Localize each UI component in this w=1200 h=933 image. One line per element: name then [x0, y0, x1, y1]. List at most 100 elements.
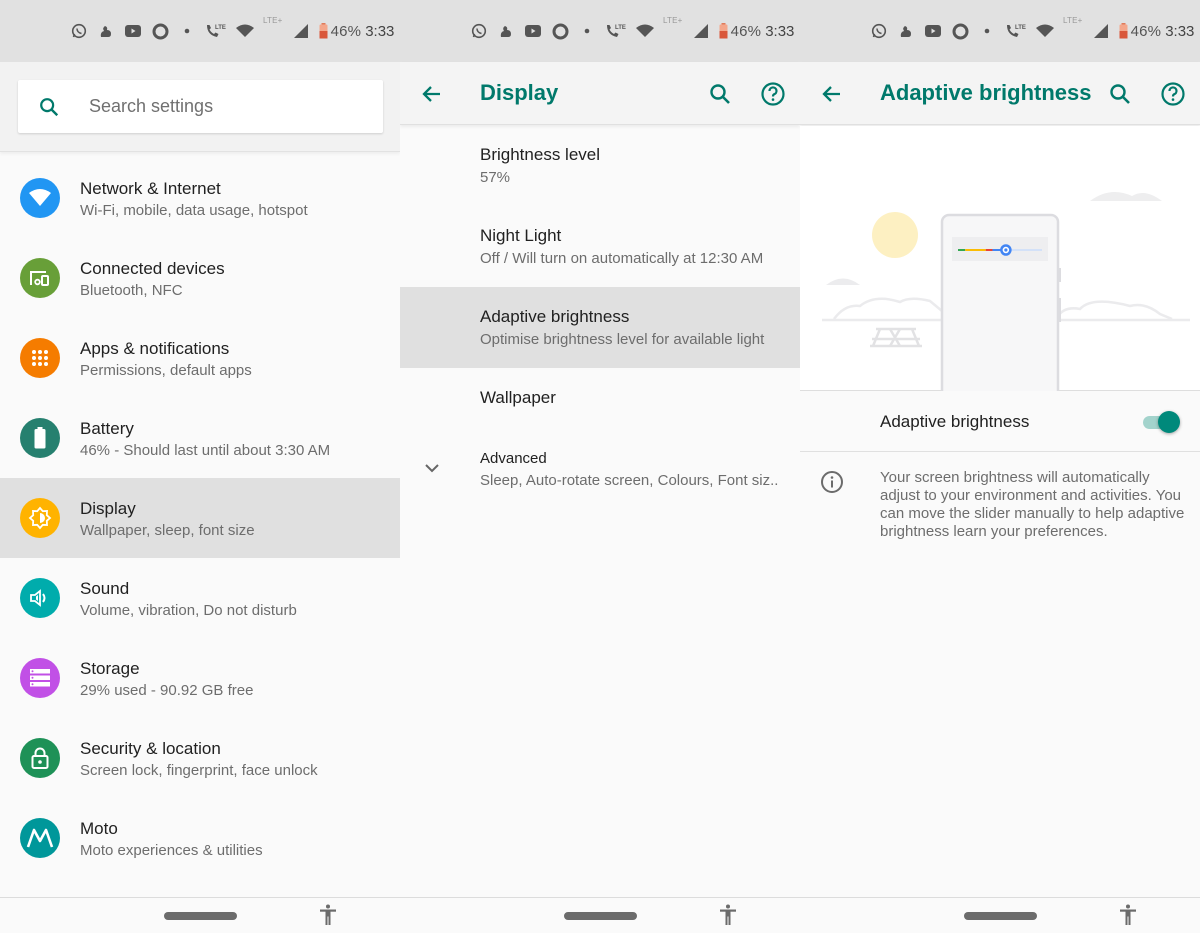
volte-call-icon: LTE: [1005, 22, 1027, 40]
accessibility-icon[interactable]: [318, 904, 338, 926]
wifi-icon: [636, 22, 654, 40]
lte-plus-label: LTE+: [663, 16, 683, 25]
volte-call-icon: LTE: [205, 22, 227, 40]
info-description: Your screen brightness will automaticall…: [880, 469, 1185, 540]
settings-item-title: Battery: [80, 419, 134, 438]
whatsapp-icon: [470, 22, 488, 40]
home-gesture-pill[interactable]: [964, 912, 1037, 920]
display-item-brightness-level[interactable]: Brightness level 57%: [400, 125, 800, 206]
display-settings-list: Brightness level 57% Night Light Off / W…: [400, 125, 800, 509]
youtube-icon: [524, 22, 542, 40]
clock: 3:33: [765, 22, 795, 40]
adaptive-brightness-panel: LTE LTE+ 46% 3:33 Adaptive brightness Ad…: [800, 0, 1200, 933]
uc-browser-icon: [897, 22, 915, 40]
motorola-icon: [20, 818, 60, 858]
wifi-icon: [1036, 22, 1054, 40]
battery-icon: [1119, 22, 1129, 40]
lte-plus-label: LTE+: [1063, 16, 1083, 25]
settings-item-moto[interactable]: Moto Moto experiences & utilities: [0, 798, 400, 878]
settings-item-subtitle: 29% used - 90.92 GB free: [80, 682, 254, 699]
settings-item-subtitle: Wi-Fi, mobile, data usage, hotspot: [80, 202, 308, 219]
picnic-table-illustration: [870, 327, 922, 348]
wifi-icon: [20, 178, 60, 218]
circle-app-icon: [951, 22, 969, 40]
signal-icon: [292, 22, 310, 40]
circle-app-icon: [151, 22, 169, 40]
info-section: Your screen brightness will automaticall…: [800, 453, 1200, 553]
cloud-right-illustration: [1090, 192, 1162, 201]
display-item-adaptive-brightness[interactable]: Adaptive brightness Optimise brightness …: [400, 287, 800, 368]
back-arrow-icon[interactable]: [420, 82, 444, 106]
display-item-subtitle: Sleep, Auto-rotate screen, Colours, Font…: [480, 472, 779, 489]
settings-item-subtitle: Volume, vibration, Do not disturb: [80, 602, 297, 619]
adaptive-brightness-toggle-row[interactable]: Adaptive brightness: [800, 392, 1200, 452]
settings-item-network[interactable]: Network & Internet Wi-Fi, mobile, data us…: [0, 158, 400, 238]
help-icon[interactable]: [1160, 81, 1186, 107]
display-item-title: Night Light: [480, 226, 562, 245]
slider-thumb-center: [1004, 248, 1008, 252]
apps-grid-icon: [20, 338, 60, 378]
settings-item-security[interactable]: Security & location Screen lock, fingerpr…: [0, 718, 400, 798]
battery-icon: [20, 418, 60, 458]
app-bar: Adaptive brightness: [800, 62, 1200, 125]
display-item-advanced[interactable]: Advanced Sleep, Auto-rotate screen, Colo…: [400, 428, 800, 509]
settings-item-title: Connected devices: [80, 259, 225, 278]
accessibility-icon[interactable]: [1118, 904, 1138, 926]
display-item-subtitle: Optimise brightness level for available …: [480, 331, 765, 348]
navigation-bar: [0, 897, 400, 933]
settings-item-title: Apps & notifications: [80, 339, 230, 358]
search-icon[interactable]: [1108, 82, 1132, 106]
display-item-subtitle: 57%: [480, 169, 511, 186]
status-bar: LTE LTE+ 46% 3:33: [0, 0, 400, 62]
accessibility-icon[interactable]: [718, 904, 738, 926]
settings-item-storage[interactable]: Storage 29% used - 90.92 GB free: [0, 638, 400, 718]
wifi-icon: [236, 22, 254, 40]
display-item-title: Advanced: [480, 450, 547, 467]
settings-item-connected-devices[interactable]: Connected devices Bluetooth, NFC: [0, 238, 400, 318]
settings-item-title: Network & Internet: [80, 179, 221, 198]
search-area: [0, 62, 400, 152]
home-gesture-pill[interactable]: [164, 912, 237, 920]
help-icon[interactable]: [760, 81, 786, 107]
battery-percent: 46%: [1130, 22, 1162, 40]
cloud-left-illustration: [826, 278, 860, 285]
switch-thumb: [1158, 411, 1180, 433]
settings-item-sound[interactable]: Sound Volume, vibration, Do not disturb: [0, 558, 400, 638]
settings-item-subtitle: Wallpaper, sleep, font size: [80, 522, 255, 539]
svg-text:LTE: LTE: [1015, 25, 1026, 31]
settings-item-apps[interactable]: Apps & notifications Permissions, default…: [0, 318, 400, 398]
settings-item-display[interactable]: Display Wallpaper, sleep, font size: [0, 478, 400, 558]
status-bar: LTE LTE+ 46% 3:33: [400, 0, 800, 62]
dot-icon: [978, 22, 996, 40]
dot-icon: [578, 22, 596, 40]
back-arrow-icon[interactable]: [820, 82, 844, 106]
page-title: Display: [480, 80, 559, 105]
adaptive-brightness-label: Adaptive brightness: [880, 412, 1030, 431]
settings-item-subtitle: Permissions, default apps: [80, 362, 252, 379]
display-panel: LTE LTE+ 46% 3:33 Display Brightness lev…: [400, 0, 800, 933]
info-icon: [820, 470, 844, 494]
settings-item-title: Storage: [80, 659, 140, 678]
clock: 3:33: [365, 22, 395, 40]
display-item-wallpaper[interactable]: Wallpaper: [400, 368, 800, 428]
status-bar: LTE LTE+ 46% 3:33: [800, 0, 1200, 62]
adaptive-brightness-switch[interactable]: [1143, 411, 1180, 433]
battery-icon: [319, 22, 329, 40]
display-item-night-light[interactable]: Night Light Off / Will turn on automatic…: [400, 206, 800, 287]
devices-icon: [20, 258, 60, 298]
search-bar[interactable]: [18, 80, 383, 133]
settings-item-title: Sound: [80, 579, 130, 598]
search-icon[interactable]: [708, 82, 732, 106]
settings-item-title: Display: [80, 499, 136, 518]
volte-call-icon: LTE: [605, 22, 627, 40]
settings-item-subtitle: Bluetooth, NFC: [80, 282, 183, 299]
home-gesture-pill[interactable]: [564, 912, 637, 920]
whatsapp-icon: [70, 22, 88, 40]
display-item-title: Adaptive brightness: [480, 307, 630, 326]
uc-browser-icon: [97, 22, 115, 40]
lte-plus-label: LTE+: [263, 16, 283, 25]
settings-panel: LTE LTE+ 46% 3:33 Network & Internet Wi-F…: [0, 0, 400, 933]
search-input[interactable]: [89, 96, 349, 117]
settings-item-battery[interactable]: Battery 46% - Should last until about 3:3…: [0, 398, 400, 478]
phone-illustration: [940, 213, 1061, 407]
